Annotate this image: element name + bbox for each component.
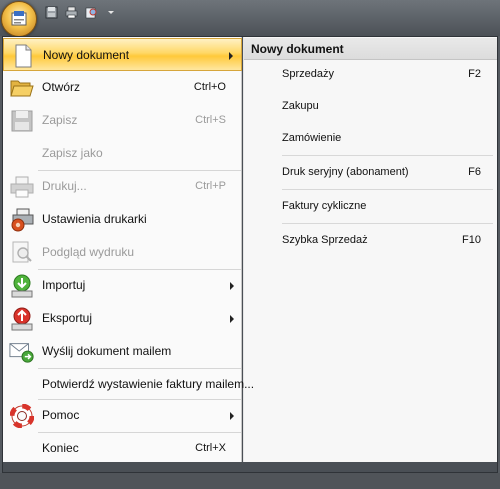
menu-item-label: Zapisz jako [42, 146, 103, 160]
menu-item-print[interactable]: Drukuj... Ctrl+P [3, 170, 242, 203]
submenu-arrow-icon [230, 282, 234, 290]
menu-item-label: Importuj [42, 278, 86, 292]
new-document-icon [10, 43, 36, 69]
email-send-icon [9, 339, 35, 365]
menu-item-label: Potwierdź wystawienie faktury mailem... [42, 377, 255, 391]
preview-icon[interactable] [84, 5, 98, 19]
menu-item-label: Ustawienia drukarki [42, 212, 147, 226]
menu-item-label: Eksportuj [42, 311, 93, 325]
menu-item-save[interactable]: Zapisz Ctrl+S [3, 104, 242, 137]
menu-item-label: Nowy dokument [43, 48, 130, 62]
menu-item-label: Koniec [42, 441, 79, 455]
submenu-arrow-icon [230, 412, 234, 420]
menu-item-label: Pomoc [42, 408, 80, 422]
menu-item-exit[interactable]: Koniec Ctrl+X [3, 432, 242, 465]
menu-item-label: Zapisz [42, 113, 78, 127]
submenu-item-order[interactable]: Zamówienie [244, 122, 497, 155]
submenu-item-label: Druk seryjny (abonament) [282, 166, 409, 178]
menu-item-new-document[interactable]: Nowy dokument [3, 38, 242, 71]
shortcut-label: Ctrl+O [193, 81, 226, 93]
print-preview-icon [9, 240, 35, 266]
submenu-item-purchase[interactable]: Zakupu [244, 90, 497, 123]
printer-settings-icon [9, 207, 35, 233]
menu-item-label: Podgląd wydruku [42, 245, 135, 259]
shortcut-label: Ctrl+S [195, 114, 226, 126]
printer-icon [9, 174, 35, 200]
export-icon [9, 306, 35, 332]
submenu-arrow-icon [229, 52, 233, 60]
print-icon[interactable] [64, 5, 78, 19]
lifebuoy-icon [9, 403, 35, 429]
submenu-item-serial-print[interactable]: Druk seryjny (abonament) F6 [244, 156, 497, 189]
submenu-item-sales[interactable]: Sprzedaży F2 [244, 58, 497, 91]
customize-dropdown-icon[interactable] [104, 5, 118, 19]
save-icon[interactable] [44, 5, 58, 19]
submenu-item-label: Faktury cykliczne [282, 200, 367, 212]
import-icon [9, 273, 35, 299]
menu-item-label: Otwórz [42, 80, 81, 94]
app-logo-icon [11, 11, 27, 26]
menu-item-confirm-invoice-email[interactable]: Potwierdź wystawienie faktury mailem... [3, 368, 254, 401]
shortcut-label: F6 [468, 166, 481, 178]
submenu-item-label: Zakupu [282, 100, 319, 112]
status-strip [0, 473, 500, 489]
submenu-item-label: Zamówienie [282, 132, 342, 144]
submenu-item-recurring-invoices[interactable]: Faktury cykliczne [244, 190, 497, 223]
application-menu-button[interactable] [1, 1, 37, 37]
quick-access-toolbar [38, 3, 118, 21]
menu-item-printer-settings[interactable]: Ustawienia drukarki [3, 203, 242, 236]
menu-item-label: Wyślij dokument mailem [42, 344, 172, 358]
shortcut-label: F2 [468, 68, 481, 80]
menu-item-print-preview[interactable]: Podgląd wydruku [3, 236, 242, 269]
menu-item-help[interactable]: Pomoc [3, 399, 242, 432]
menu-item-send-email[interactable]: Wyślij dokument mailem [3, 335, 242, 368]
shortcut-label: Ctrl+P [195, 180, 226, 192]
save-disk-icon [9, 108, 35, 134]
submenu-item-quick-sale[interactable]: Szybka Sprzedaż F10 [244, 224, 497, 257]
menu-item-open[interactable]: Otwórz Ctrl+O [3, 71, 242, 104]
submenu-title: Nowy dokument [244, 38, 497, 60]
menu-item-label: Drukuj... [42, 179, 87, 193]
shortcut-label: F10 [462, 234, 481, 246]
menu-item-import[interactable]: Importuj [3, 269, 242, 302]
menu-item-export[interactable]: Eksportuj [3, 302, 242, 335]
submenu-item-label: Sprzedaży [282, 68, 334, 80]
shortcut-label: Ctrl+X [195, 442, 226, 454]
submenu-item-label: Szybka Sprzedaż [282, 234, 368, 246]
menu-item-save-as[interactable]: Zapisz jako [3, 137, 242, 170]
open-folder-icon [9, 75, 35, 101]
submenu-arrow-icon [230, 315, 234, 323]
